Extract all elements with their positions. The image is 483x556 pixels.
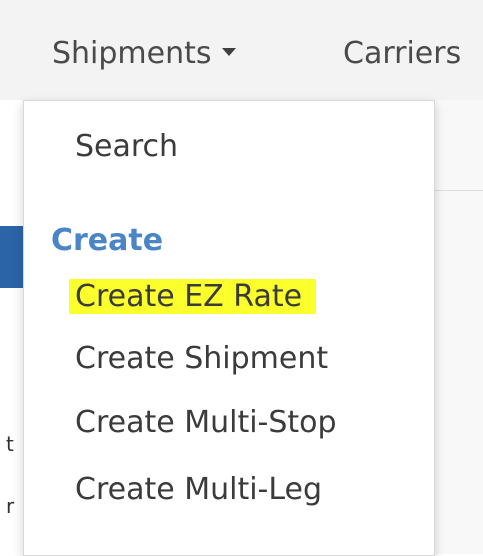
caret-down-icon (221, 47, 236, 56)
divider (432, 190, 483, 191)
menu-item-search[interactable]: Search (75, 129, 178, 165)
nav-carriers-menu[interactable]: Carriers (343, 36, 461, 72)
background-text-fragment: t (6, 432, 14, 456)
menu-item-label: Search (75, 129, 179, 164)
page-right-panel (432, 100, 483, 554)
menu-section-header-create: Create (51, 223, 164, 258)
nav-shipments-label: Shipments (52, 36, 212, 71)
menu-item-label: Create Multi-Stop (75, 405, 337, 440)
top-navbar: Shipments Carriers (0, 0, 483, 100)
menu-item-create-multi-leg[interactable]: Create Multi-Leg (75, 472, 322, 508)
shipments-dropdown-menu: Search Create Create EZ Rate Create Ship… (23, 100, 435, 556)
menu-item-create-shipment[interactable]: Create Shipment (75, 341, 328, 377)
menu-item-label: Create EZ Rate (69, 279, 317, 314)
menu-item-create-multi-stop[interactable]: Create Multi-Stop (75, 405, 337, 441)
menu-item-label: Create Multi-Leg (75, 472, 323, 507)
nav-shipments-menu[interactable]: Shipments (52, 36, 236, 72)
nav-carriers-label: Carriers (343, 36, 462, 71)
background-text-fragment: r (6, 494, 15, 518)
menu-item-create-ez-rate[interactable]: Create EZ Rate (69, 279, 317, 315)
menu-item-label: Create Shipment (75, 341, 329, 376)
